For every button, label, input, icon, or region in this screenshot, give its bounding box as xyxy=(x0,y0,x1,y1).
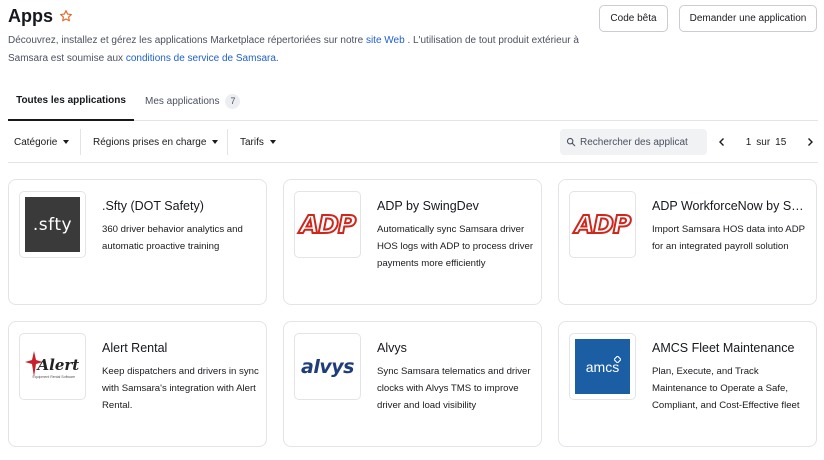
alert-logo: Alert Equipment Rental Software xyxy=(23,347,83,387)
category-filter[interactable]: Catégorie xyxy=(14,129,70,155)
search-icon xyxy=(566,137,576,147)
tab-all-apps[interactable]: Toutes les applications xyxy=(8,81,134,121)
chevron-right-icon xyxy=(808,138,813,146)
filter-label: Régions prises en charge xyxy=(93,136,207,148)
search-box xyxy=(560,129,707,155)
tab-bar: Toutes les applications Mes applications… xyxy=(8,81,818,121)
star-icon[interactable] xyxy=(59,9,73,23)
app-card[interactable]: ADP ADP by SwingDev Automatically sync S… xyxy=(283,179,542,305)
filter-label: Catégorie xyxy=(14,136,58,148)
chevron-down-icon xyxy=(269,140,276,144)
logo-text: ADP xyxy=(299,209,357,240)
pagination: 1 sur 15 xyxy=(714,129,818,155)
app-logo: ADP xyxy=(294,191,361,258)
app-logo: amcs xyxy=(569,333,636,400)
total-pages: 15 xyxy=(775,136,787,148)
app-logo: alvys xyxy=(294,333,361,400)
sfty-logo: .sfty xyxy=(25,197,80,252)
logo-text: ADP xyxy=(574,209,632,240)
diamond-icon xyxy=(614,356,621,363)
app-description: Plan, Execute, and Track Maintenance to … xyxy=(652,366,800,411)
app-name: Alvys xyxy=(377,341,407,355)
count-badge: 7 xyxy=(225,93,241,109)
chevron-down-icon xyxy=(63,140,70,144)
app-card[interactable]: Alert Equipment Rental Software Alert Re… xyxy=(8,321,267,447)
previous-page-button[interactable] xyxy=(714,129,730,155)
chevron-down-icon xyxy=(212,140,219,144)
tab-label: Mes applications xyxy=(145,95,220,107)
app-logo: .sfty xyxy=(19,191,86,258)
beta-code-button[interactable]: Code bêta xyxy=(599,5,668,32)
app-card[interactable]: alvys Alvys Sync Samsara telematics and … xyxy=(283,321,542,447)
pricing-filter[interactable]: Tarifs xyxy=(240,129,276,155)
app-card[interactable]: ADP ADP WorkforceNow by Samsara Import S… xyxy=(558,179,817,305)
page-title: Apps xyxy=(8,5,53,26)
app-description: Automatically sync Samsara driver HOS lo… xyxy=(377,224,534,269)
page-indicator: 1 sur 15 xyxy=(730,137,802,148)
website-link[interactable]: site Web xyxy=(366,35,405,46)
app-description: Import Samsara HOS data into ADP for an … xyxy=(652,224,805,252)
tab-label: Toutes les applications xyxy=(16,94,126,106)
title-row: Apps xyxy=(8,4,608,28)
app-name: ADP WorkforceNow by Samsara xyxy=(652,199,810,213)
app-card[interactable]: amcs AMCS Fleet Maintenance Plan, Execut… xyxy=(558,321,817,447)
page-of-label: sur xyxy=(756,136,771,148)
adp-logo: ADP xyxy=(299,209,357,240)
filter-label: Tarifs xyxy=(240,136,264,148)
page-header: Apps Découvrez, installez et gérez les a… xyxy=(8,4,608,67)
current-page: 1 xyxy=(745,136,752,148)
alvys-logo: alvys xyxy=(301,355,354,378)
app-name: Alert Rental xyxy=(102,341,168,355)
regions-filter[interactable]: Régions prises en charge xyxy=(93,129,219,155)
tab-my-apps[interactable]: Mes applications 7 xyxy=(145,81,241,121)
page-description: Découvrez, installez et gérez les applic… xyxy=(8,32,598,67)
filter-bar: Catégorie Régions prises en charge Tarif… xyxy=(8,121,818,163)
description-text: . xyxy=(275,52,279,64)
search-input[interactable] xyxy=(580,136,700,148)
next-page-button[interactable] xyxy=(802,129,818,155)
app-name: AMCS Fleet Maintenance xyxy=(652,341,795,355)
terms-link[interactable]: conditions de service de Samsara xyxy=(126,53,276,64)
chevron-left-icon xyxy=(719,138,724,146)
logo-text: .sfty xyxy=(32,214,73,235)
divider xyxy=(227,129,228,155)
app-description: Keep dispatchers and drivers in sync wit… xyxy=(102,366,259,411)
request-app-button[interactable]: Demander une application xyxy=(679,5,817,32)
app-name: .Sfty (DOT Safety) xyxy=(102,199,204,213)
divider xyxy=(80,129,81,155)
adp-logo: ADP xyxy=(574,209,632,240)
app-card[interactable]: .sfty .Sfty (DOT Safety) 360 driver beha… xyxy=(8,179,267,305)
app-name: ADP by SwingDev xyxy=(377,199,479,213)
app-description: 360 driver behavior analytics and automa… xyxy=(102,224,243,252)
app-description: Sync Samsara telematics and driver clock… xyxy=(377,366,531,411)
logo-text: Alert xyxy=(37,355,80,374)
app-logo: ADP xyxy=(569,191,636,258)
app-logo: Alert Equipment Rental Software xyxy=(19,333,86,400)
amcs-logo: amcs xyxy=(575,339,630,394)
description-text: Découvrez, installez et gérez les applic… xyxy=(8,35,366,46)
logo-subtext: Equipment Rental Software xyxy=(32,374,76,379)
